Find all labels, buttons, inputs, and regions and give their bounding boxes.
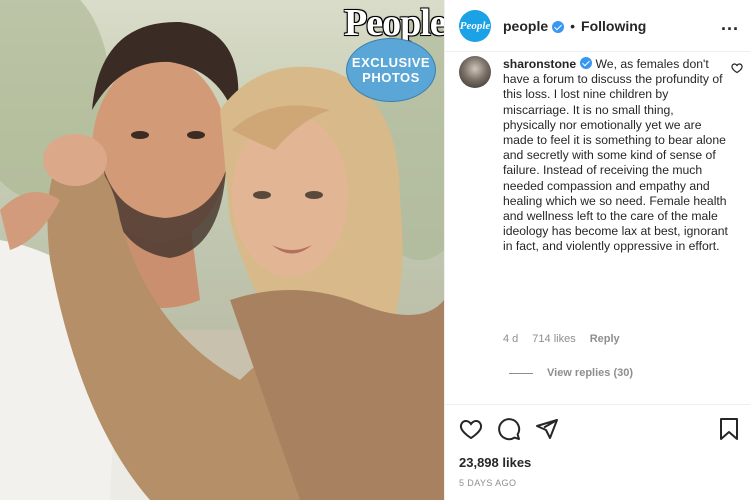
- people-logo: People: [344, 2, 444, 44]
- exclusive-photos-circle: EXCLUSIVE PHOTOS: [346, 38, 436, 102]
- comment-text: We, as females don't have a forum to dis…: [503, 57, 728, 254]
- commenter-avatar[interactable]: [459, 56, 491, 88]
- people-avatar[interactable]: People: [459, 9, 491, 42]
- separator-dot: •: [570, 17, 576, 34]
- reply-button[interactable]: Reply: [590, 333, 620, 345]
- following-button[interactable]: Following: [581, 18, 646, 34]
- replies-divider: [509, 372, 533, 374]
- bookmark-icon[interactable]: [719, 417, 739, 441]
- comment-body: sharonstone We, as females don't have a …: [503, 56, 729, 255]
- share-icon[interactable]: [535, 417, 559, 441]
- post-action-bar: [445, 404, 750, 452]
- avatar-text: People: [459, 19, 491, 32]
- comment-age: 4 d: [503, 333, 519, 345]
- view-replies-label: View replies (30): [547, 367, 634, 379]
- verified-icon: [580, 57, 593, 69]
- post-header: People people • Following ...: [445, 0, 750, 52]
- post-date: 5 DAYS AGO: [459, 478, 517, 488]
- comment-heart-icon[interactable]: [731, 62, 743, 74]
- heart-icon[interactable]: [459, 417, 483, 441]
- post-author-username[interactable]: people: [503, 18, 548, 34]
- post-photo[interactable]: People EXCLUSIVE PHOTOS: [0, 0, 444, 500]
- badge-line-1: EXCLUSIVE: [351, 55, 431, 70]
- comment-meta: 4 d 714 likes Reply: [503, 333, 620, 345]
- more-icon[interactable]: ...: [721, 14, 739, 35]
- people-exclusive-badge: People EXCLUSIVE PHOTOS: [344, 2, 444, 102]
- verified-icon: [552, 20, 565, 33]
- view-replies-link[interactable]: View replies (30): [509, 367, 633, 379]
- post-side-panel: People people • Following ... sharonston…: [444, 0, 750, 500]
- commenter-username[interactable]: sharonstone: [503, 57, 576, 71]
- post-likes-count[interactable]: 23,898 likes: [459, 455, 531, 470]
- comment-likes[interactable]: 714 likes: [532, 333, 575, 345]
- badge-line-2: PHOTOS: [362, 70, 420, 85]
- comment-icon[interactable]: [497, 417, 521, 441]
